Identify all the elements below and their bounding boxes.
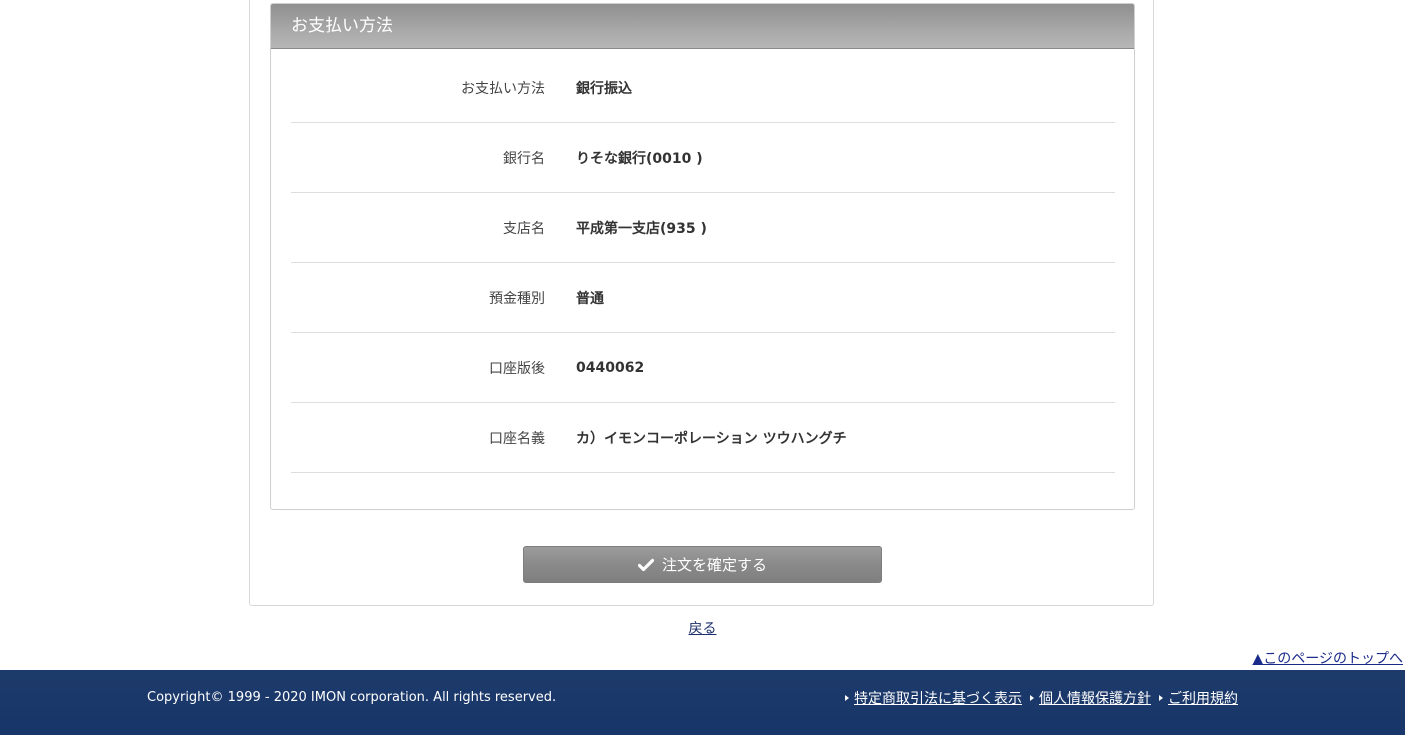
arrow-right-icon xyxy=(845,695,849,701)
detail-row-account-type: 預金種別 普通 xyxy=(291,263,1115,333)
payment-method-panel: お支払い方法 お支払い方法 銀行振込 銀行名 りそな銀行(0010 ) 支店名 … xyxy=(270,3,1135,510)
row-label: 口座名義 xyxy=(489,430,545,447)
page-top-link[interactable]: ▲このページのトップへ xyxy=(1253,648,1404,668)
row-value: 銀行振込 xyxy=(576,80,632,97)
confirm-order-label: 注文を確定する xyxy=(661,556,767,574)
detail-row-account-number: 口座版後 0440062 xyxy=(291,333,1115,403)
detail-row-branch-name: 支店名 平成第一支店(935 ) xyxy=(291,193,1115,263)
check-icon xyxy=(637,558,655,572)
row-value: 平成第一支店(935 ) xyxy=(576,220,707,237)
back-link[interactable]: 戻る xyxy=(689,621,717,637)
arrow-right-icon xyxy=(1159,695,1163,701)
row-label: 口座版後 xyxy=(489,360,545,377)
footer-link-privacy[interactable]: 個人情報保護方針 xyxy=(1030,688,1151,708)
arrow-right-icon xyxy=(1030,695,1034,701)
footer-link-tokushoho[interactable]: 特定商取引法に基づく表示 xyxy=(845,688,1022,708)
confirm-order-button[interactable]: 注文を確定する xyxy=(523,546,882,583)
detail-row-bank-name: 銀行名 りそな銀行(0010 ) xyxy=(291,123,1115,193)
row-label: 銀行名 xyxy=(503,150,545,167)
footer: Copyright© 1999 - 2020 IMON corporation.… xyxy=(0,670,1405,735)
row-label: お支払い方法 xyxy=(461,80,545,97)
footer-link-label: 特定商取引法に基づく表示 xyxy=(854,691,1022,707)
detail-row-account-holder: 口座名義 カ）イモンコーポレーション ツウハングチ xyxy=(291,403,1115,473)
detail-row-payment-method: お支払い方法 銀行振込 xyxy=(291,53,1115,123)
row-label: 預金種別 xyxy=(489,290,545,307)
row-value: カ）イモンコーポレーション ツウハングチ xyxy=(576,430,847,447)
row-label: 支店名 xyxy=(503,220,545,237)
payment-details: お支払い方法 銀行振込 銀行名 りそな銀行(0010 ) 支店名 平成第一支店(… xyxy=(291,53,1115,473)
footer-links: 特定商取引法に基づく表示 個人情報保護方針 ご利用規約 xyxy=(845,688,1246,708)
footer-link-label: 個人情報保護方針 xyxy=(1039,691,1151,707)
footer-link-label: ご利用規約 xyxy=(1168,691,1238,707)
back-link-container: 戻る xyxy=(0,618,1405,638)
footer-link-terms[interactable]: ご利用規約 xyxy=(1159,688,1238,708)
row-value: りそな銀行(0010 ) xyxy=(576,150,703,167)
copyright-text: Copyright© 1999 - 2020 IMON corporation.… xyxy=(147,690,557,705)
row-value: 普通 xyxy=(576,290,604,307)
row-value: 0440062 xyxy=(576,359,645,376)
panel-title: お支払い方法 xyxy=(271,4,1134,49)
